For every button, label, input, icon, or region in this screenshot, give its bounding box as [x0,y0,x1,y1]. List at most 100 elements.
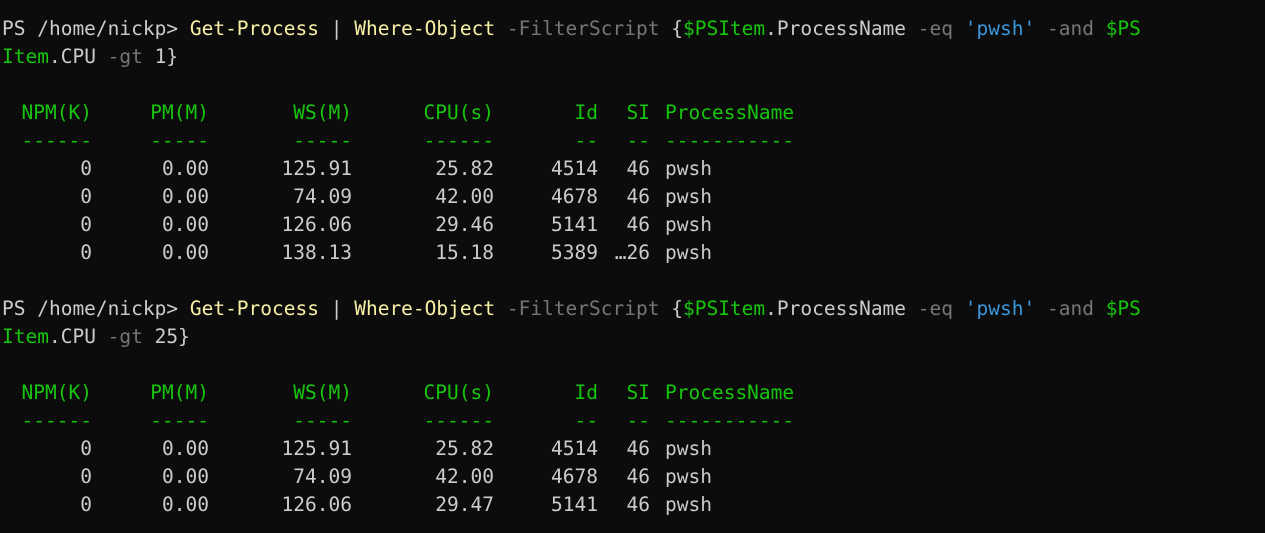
terminal-window[interactable]: PS /home/nickp> Get-Process | Where-Obje… [0,0,1265,533]
cmdlet-name: Where-Object [354,17,496,40]
col-npm-cell: 0 [80,213,92,236]
property: .ProcessName [765,17,918,40]
table-row: 0 0.00 74.09 42.00 4678 46 pwsh [0,183,1265,211]
col-processname-cell: pwsh [665,241,712,264]
col-id-cell: 4514 [551,157,598,180]
operator: -eq [917,297,954,320]
col-pm-header: PM(M) [150,101,209,124]
col-npm-header: NPM(K) [21,381,92,404]
col-processname-cell: pwsh [665,437,712,460]
col-ws-header: WS(M) [293,381,352,404]
pipe-operator: | [318,17,355,40]
col-si-cell: …26 [614,241,650,264]
col-ws-cell: 126.06 [281,493,352,516]
col-cpu-header: CPU(s) [423,101,494,124]
col-pm-cell: 0.00 [162,241,209,264]
col-ws-cell: 125.91 [281,437,352,460]
table-row: 0 0.00 125.91 25.82 4514 46 pwsh [0,435,1265,463]
variable: $PSItem [682,17,766,40]
col-si-cell: 46 [626,185,650,208]
script-block-open: { [659,17,683,40]
table-header-row: NPM(K) PM(M) WS(M) CPU(s) Id SI ProcessName [0,379,1265,407]
col-processname-header: ProcessName [665,381,795,404]
col-processname-divider: ----------- [665,409,795,432]
parameter: -FilterScript [506,297,660,320]
literal-value: 1} [142,45,179,68]
col-ws-divider: ----- [293,409,352,432]
col-si-divider: -- [626,409,650,432]
literal-value: 25} [142,325,190,348]
variable: $PS [1105,297,1141,320]
col-id-cell: 5141 [551,213,598,236]
operator: -gt [107,45,143,68]
col-id-divider: -- [574,409,598,432]
col-processname-divider: ----------- [665,129,795,152]
string-literal: 'pwsh' [964,297,1036,320]
col-pm-cell: 0.00 [162,465,209,488]
command-line: PS /home/nickp> Get-Process | Where-Obje… [2,15,1141,43]
col-pm-cell: 0.00 [162,437,209,460]
col-npm-divider: ------ [21,129,92,152]
col-ws-header: WS(M) [293,101,352,124]
col-npm-header: NPM(K) [21,101,92,124]
table-row: 0 0.00 74.09 42.00 4678 46 pwsh [0,463,1265,491]
col-id-cell: 5389 [551,241,598,264]
command-line-wrap: Item.CPU -gt 1} [2,43,178,71]
table-header-row: NPM(K) PM(M) WS(M) CPU(s) Id SI ProcessName [0,99,1265,127]
col-cpu-cell: 42.00 [435,465,494,488]
col-si-cell: 46 [626,157,650,180]
col-si-cell: 46 [626,465,650,488]
col-id-divider: -- [574,129,598,152]
col-processname-cell: pwsh [665,465,712,488]
col-ws-cell: 74.09 [293,465,352,488]
col-id-cell: 4514 [551,437,598,460]
col-cpu-cell: 29.47 [435,493,494,516]
col-cpu-divider: ------ [423,129,494,152]
script-block-open: { [659,297,683,320]
operator: -gt [107,325,143,348]
command-line: PS /home/nickp> Get-Process | Where-Obje… [2,295,1141,323]
col-pm-cell: 0.00 [162,157,209,180]
col-pm-divider: ----- [150,129,209,152]
col-cpu-divider: ------ [423,409,494,432]
col-npm-cell: 0 [80,465,92,488]
col-cpu-cell: 29.46 [435,213,494,236]
table-row: 0 0.00 126.06 29.46 5141 46 pwsh [0,211,1265,239]
operator: -eq [917,17,954,40]
col-id-cell: 5141 [551,493,598,516]
cmdlet-name: Get-Process [189,17,319,40]
col-id-cell: 4678 [551,185,598,208]
col-si-header: SI [626,101,650,124]
col-id-header: Id [574,101,598,124]
property: .ProcessName [765,297,918,320]
property: .CPU [48,45,108,68]
operator: -and [1046,17,1094,40]
col-npm-cell: 0 [80,157,92,180]
col-cpu-cell: 25.82 [435,157,494,180]
col-npm-divider: ------ [21,409,92,432]
col-ws-cell: 138.13 [281,241,352,264]
table-row: 0 0.00 125.91 25.82 4514 46 pwsh [0,155,1265,183]
col-ws-cell: 126.06 [281,213,352,236]
table-divider-row: ------ ----- ----- ------ -- -- ----------- [0,127,1265,155]
operator: -and [1046,297,1094,320]
col-cpu-cell: 42.00 [435,185,494,208]
cmdlet-name: Get-Process [189,297,319,320]
parameter: -FilterScript [506,17,660,40]
col-cpu-cell: 15.18 [435,241,494,264]
variable: Item [2,45,49,68]
col-id-header: Id [574,381,598,404]
col-si-cell: 46 [626,493,650,516]
col-ws-cell: 74.09 [293,185,352,208]
col-processname-cell: pwsh [665,157,712,180]
col-si-header: SI [626,381,650,404]
property: .CPU [48,325,108,348]
col-pm-cell: 0.00 [162,493,209,516]
col-cpu-header: CPU(s) [423,381,494,404]
